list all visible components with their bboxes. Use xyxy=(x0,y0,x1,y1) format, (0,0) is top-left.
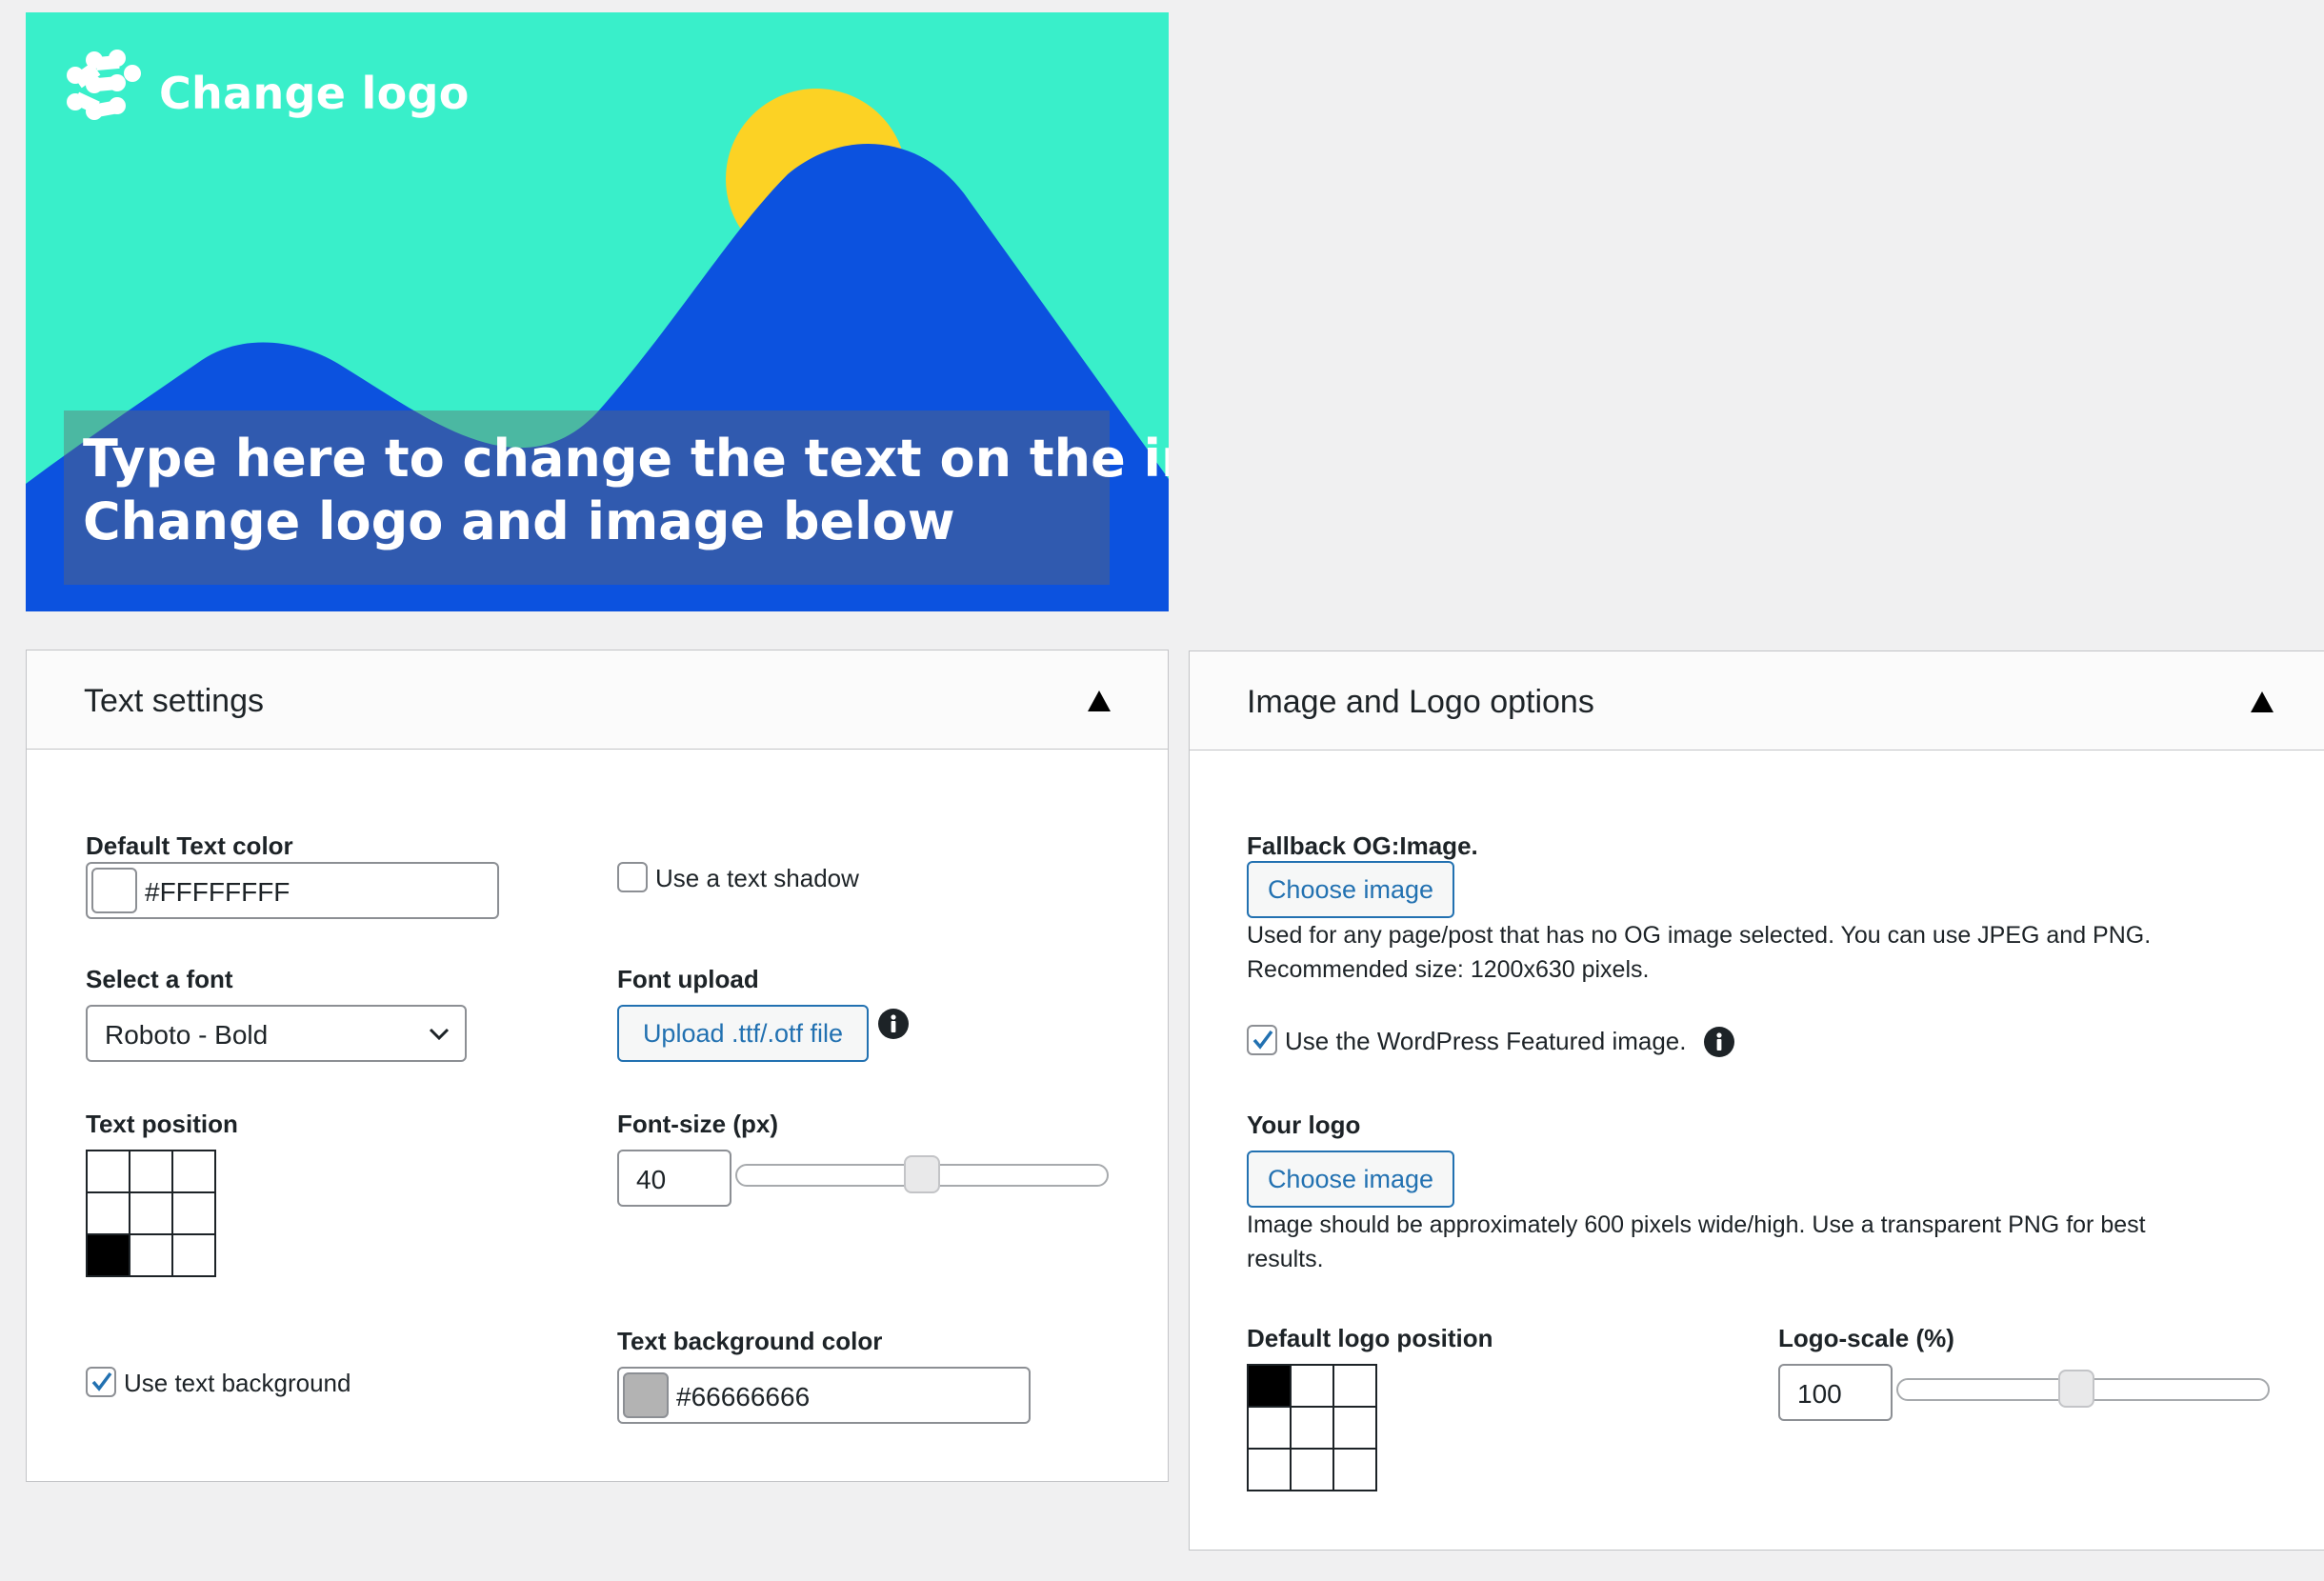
settings-page: Change logo Type here to change the text… xyxy=(0,0,2324,1581)
logo-pos-bottom-center[interactable] xyxy=(1290,1448,1334,1491)
checkmark-icon xyxy=(91,1371,112,1391)
logo-pos-middle-right[interactable] xyxy=(1332,1406,1377,1450)
logo-scale-slider-thumb[interactable] xyxy=(2058,1370,2094,1408)
font-size-slider-thumb[interactable] xyxy=(904,1155,940,1193)
text-settings-panel: Text settings Default Text color #FFFFFF… xyxy=(26,650,1169,1482)
text-position-label: Text position xyxy=(86,1110,238,1138)
logo-pos-top-left[interactable] xyxy=(1247,1364,1292,1408)
default-text-color-label: Default Text color xyxy=(86,831,293,860)
logo-description-line-1: Image should be approximately 600 pixels… xyxy=(1247,1211,2146,1238)
font-upload-label: Font upload xyxy=(617,965,759,993)
logo-pos-middle-left[interactable] xyxy=(1247,1406,1292,1450)
font-size-label: Font-size (px) xyxy=(617,1110,778,1138)
image-logo-header[interactable]: Image and Logo options xyxy=(1190,651,2324,750)
text-settings-header[interactable]: Text settings xyxy=(27,650,1168,750)
brand-logo-icon xyxy=(67,50,141,120)
text-bg-color-value: #66666666 xyxy=(676,1382,811,1411)
image-logo-panel: Image and Logo options Fallback OG:Image… xyxy=(1189,650,2324,1551)
pos-top-center[interactable] xyxy=(129,1150,173,1193)
logo-position-grid[interactable] xyxy=(1247,1364,1377,1491)
upload-font-button[interactable]: Upload .ttf/.otf file xyxy=(617,1005,869,1062)
preview-logo-text: Change logo xyxy=(159,68,470,119)
text-bg-color-swatch[interactable] xyxy=(623,1372,669,1418)
logo-scale-label: Logo-scale (%) xyxy=(1778,1324,1954,1352)
logo-scale-input[interactable]: 100 xyxy=(1778,1364,1893,1421)
pos-middle-left[interactable] xyxy=(86,1191,130,1235)
use-text-background-checkbox[interactable] xyxy=(86,1367,116,1397)
logo-scale-value: 100 xyxy=(1797,1379,1842,1409)
select-font-label: Select a font xyxy=(86,965,233,993)
fallback-description: Used for any page/post that has no OG im… xyxy=(1247,918,2294,987)
preview-text-box[interactable]: Type here to change the text on the imag… xyxy=(64,410,1169,585)
text-shadow-label: Use a text shadow xyxy=(655,864,859,892)
text-shadow-checkbox[interactable] xyxy=(617,862,648,892)
fallback-og-image-label: Fallback OG:Image. xyxy=(1247,831,1478,860)
choose-fallback-image-button[interactable]: Choose image xyxy=(1247,861,1454,918)
info-icon[interactable] xyxy=(878,1009,909,1039)
font-size-input[interactable]: 40 xyxy=(617,1150,731,1207)
logo-scale-slider[interactable] xyxy=(1896,1370,2270,1408)
pos-bottom-center[interactable] xyxy=(129,1233,173,1277)
font-select[interactable]: Roboto - Bold xyxy=(86,1005,467,1062)
font-size-slider[interactable] xyxy=(735,1155,1109,1193)
logo-pos-bottom-right[interactable] xyxy=(1332,1448,1377,1491)
pos-middle-right[interactable] xyxy=(171,1191,216,1235)
triangle-up-icon[interactable] xyxy=(1086,689,1112,713)
image-logo-title: Image and Logo options xyxy=(1247,684,1594,720)
logo-description: Image should be approximately 600 pixels… xyxy=(1247,1208,2294,1276)
featured-image-label: Use the WordPress Featured image. xyxy=(1285,1027,1687,1055)
logo-pos-top-right[interactable] xyxy=(1332,1364,1377,1408)
default-logo-position-label: Default logo position xyxy=(1247,1324,1493,1352)
chevron-down-icon xyxy=(429,1028,450,1041)
logo-pos-middle-center[interactable] xyxy=(1290,1406,1334,1450)
info-icon[interactable] xyxy=(1704,1027,1734,1057)
logo-pos-bottom-left[interactable] xyxy=(1247,1448,1292,1491)
pos-bottom-left[interactable] xyxy=(86,1233,130,1277)
pos-top-right[interactable] xyxy=(171,1150,216,1193)
text-settings-title: Text settings xyxy=(84,683,264,719)
font-select-value: Roboto - Bold xyxy=(105,1020,269,1050)
default-text-color-field[interactable]: #FFFFFFFF xyxy=(86,862,499,919)
text-color-value: #FFFFFFFF xyxy=(145,877,290,907)
preview-text-line-2: Change logo and image below xyxy=(83,491,955,551)
text-bg-color-field[interactable]: #66666666 xyxy=(617,1367,1031,1424)
logo-pos-top-center[interactable] xyxy=(1290,1364,1334,1408)
pos-top-left[interactable] xyxy=(86,1150,130,1193)
your-logo-label: Your logo xyxy=(1247,1111,1361,1139)
text-bg-color-label: Text background color xyxy=(617,1327,883,1355)
use-text-background-label: Use text background xyxy=(124,1369,351,1397)
choose-logo-button[interactable]: Choose image xyxy=(1247,1151,1454,1208)
pos-middle-center[interactable] xyxy=(129,1191,173,1235)
featured-image-checkbox[interactable] xyxy=(1247,1025,1277,1055)
preview-text-line-1: Type here to change the text on the imag… xyxy=(83,429,1169,489)
fallback-description-line-2: Recommended size: 1200x630 pixels. xyxy=(1247,956,1650,983)
checkmark-icon xyxy=(1252,1030,1273,1050)
og-image-preview: Change logo Type here to change the text… xyxy=(26,12,1169,611)
text-position-grid[interactable] xyxy=(86,1150,216,1277)
font-size-value: 40 xyxy=(636,1165,667,1194)
text-color-swatch[interactable] xyxy=(91,868,137,913)
pos-bottom-right[interactable] xyxy=(171,1233,216,1277)
fallback-description-line-1: Used for any page/post that has no OG im… xyxy=(1247,922,2152,949)
triangle-up-icon[interactable] xyxy=(2249,690,2275,714)
logo-description-line-2: results. xyxy=(1247,1246,1324,1272)
